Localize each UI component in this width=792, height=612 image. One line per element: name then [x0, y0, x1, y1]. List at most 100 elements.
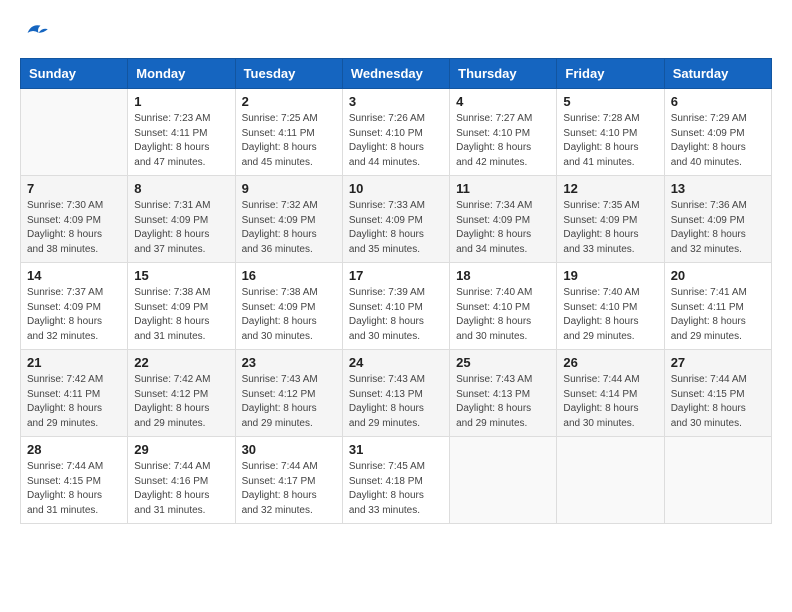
day-info: Sunrise: 7:44 AM Sunset: 4:15 PM Dayligh… [27, 460, 121, 518]
day-number: 5 [563, 94, 657, 109]
calendar-cell: 5 Sunrise: 7:28 AM Sunset: 4:10 PM Daylig… [557, 89, 664, 176]
calendar-cell: 29 Sunrise: 7:44 AM Sunset: 4:16 PM Dayli… [128, 437, 235, 524]
calendar-cell [21, 89, 128, 176]
calendar-cell: 6 Sunrise: 7:29 AM Sunset: 4:09 PM Daylig… [664, 89, 771, 176]
day-number: 16 [242, 268, 336, 283]
calendar-cell: 3 Sunrise: 7:26 AM Sunset: 4:10 PM Daylig… [342, 89, 449, 176]
calendar-header-tuesday: Tuesday [235, 59, 342, 89]
day-number: 23 [242, 355, 336, 370]
calendar-header-friday: Friday [557, 59, 664, 89]
day-number: 9 [242, 181, 336, 196]
day-number: 2 [242, 94, 336, 109]
day-info: Sunrise: 7:32 AM Sunset: 4:09 PM Dayligh… [242, 199, 336, 257]
day-number: 24 [349, 355, 443, 370]
day-info: Sunrise: 7:28 AM Sunset: 4:10 PM Dayligh… [563, 112, 657, 170]
calendar-cell: 20Sunrise: 7:41 AM Sunset: 4:11 PM Dayli… [664, 263, 771, 350]
day-info: Sunrise: 7:43 AM Sunset: 4:13 PM Dayligh… [456, 373, 550, 431]
day-number: 12 [563, 181, 657, 196]
day-number: 18 [456, 268, 550, 283]
calendar-cell [450, 437, 557, 524]
calendar-cell: 24 Sunrise: 7:43 AM Sunset: 4:13 PM Dayli… [342, 350, 449, 437]
calendar-cell: 4Sunrise: 7:27 AM Sunset: 4:10 PM Daylig… [450, 89, 557, 176]
day-number: 21 [27, 355, 121, 370]
day-info: Sunrise: 7:43 AM Sunset: 4:12 PM Dayligh… [242, 373, 336, 431]
day-number: 7 [27, 181, 121, 196]
day-number: 26 [563, 355, 657, 370]
calendar-cell: 12Sunrise: 7:35 AM Sunset: 4:09 PM Dayli… [557, 176, 664, 263]
day-number: 30 [242, 442, 336, 457]
calendar-cell: 2 Sunrise: 7:25 AM Sunset: 4:11 PM Daylig… [235, 89, 342, 176]
logo [20, 20, 52, 42]
day-info: Sunrise: 7:40 AM Sunset: 4:10 PM Dayligh… [456, 286, 550, 344]
calendar-week-row: 28 Sunrise: 7:44 AM Sunset: 4:15 PM Dayli… [21, 437, 772, 524]
calendar-cell: 31 Sunrise: 7:45 AM Sunset: 4:18 PM Dayli… [342, 437, 449, 524]
day-number: 19 [563, 268, 657, 283]
day-info: Sunrise: 7:44 AM Sunset: 4:14 PM Dayligh… [563, 373, 657, 431]
day-number: 14 [27, 268, 121, 283]
day-number: 28 [27, 442, 121, 457]
calendar-cell: 21 Sunrise: 7:42 AM Sunset: 4:11 PM Dayli… [21, 350, 128, 437]
day-info: Sunrise: 7:42 AM Sunset: 4:12 PM Dayligh… [134, 373, 228, 431]
calendar-cell [664, 437, 771, 524]
day-info: Sunrise: 7:38 AM Sunset: 4:09 PM Dayligh… [242, 286, 336, 344]
day-info: Sunrise: 7:43 AM Sunset: 4:13 PM Dayligh… [349, 373, 443, 431]
day-number: 8 [134, 181, 228, 196]
day-info: Sunrise: 7:40 AM Sunset: 4:10 PM Dayligh… [563, 286, 657, 344]
day-number: 1 [134, 94, 228, 109]
calendar-cell: 19 Sunrise: 7:40 AM Sunset: 4:10 PM Dayli… [557, 263, 664, 350]
calendar-header-row: SundayMondayTuesdayWednesdayThursdayFrid… [21, 59, 772, 89]
day-number: 17 [349, 268, 443, 283]
day-number: 4 [456, 94, 550, 109]
day-info: Sunrise: 7:29 AM Sunset: 4:09 PM Dayligh… [671, 112, 765, 170]
calendar-cell: 27 Sunrise: 7:44 AM Sunset: 4:15 PM Dayli… [664, 350, 771, 437]
day-info: Sunrise: 7:41 AM Sunset: 4:11 PM Dayligh… [671, 286, 765, 344]
calendar-week-row: 7 Sunrise: 7:30 AM Sunset: 4:09 PM Daylig… [21, 176, 772, 263]
day-info: Sunrise: 7:33 AM Sunset: 4:09 PM Dayligh… [349, 199, 443, 257]
day-info: Sunrise: 7:44 AM Sunset: 4:16 PM Dayligh… [134, 460, 228, 518]
day-info: Sunrise: 7:42 AM Sunset: 4:11 PM Dayligh… [27, 373, 121, 431]
calendar-cell: 23 Sunrise: 7:43 AM Sunset: 4:12 PM Dayli… [235, 350, 342, 437]
calendar-cell [557, 437, 664, 524]
calendar-cell: 8 Sunrise: 7:31 AM Sunset: 4:09 PM Daylig… [128, 176, 235, 263]
calendar-cell: 25 Sunrise: 7:43 AM Sunset: 4:13 PM Dayli… [450, 350, 557, 437]
day-info: Sunrise: 7:30 AM Sunset: 4:09 PM Dayligh… [27, 199, 121, 257]
calendar-cell: 9 Sunrise: 7:32 AM Sunset: 4:09 PM Daylig… [235, 176, 342, 263]
day-info: Sunrise: 7:23 AM Sunset: 4:11 PM Dayligh… [134, 112, 228, 170]
calendar-cell: 22 Sunrise: 7:42 AM Sunset: 4:12 PM Dayli… [128, 350, 235, 437]
calendar-header-wednesday: Wednesday [342, 59, 449, 89]
calendar-cell: 15 Sunrise: 7:38 AM Sunset: 4:09 PM Dayli… [128, 263, 235, 350]
calendar-cell: 17 Sunrise: 7:39 AM Sunset: 4:10 PM Dayli… [342, 263, 449, 350]
day-number: 11 [456, 181, 550, 196]
calendar-cell: 11Sunrise: 7:34 AM Sunset: 4:09 PM Dayli… [450, 176, 557, 263]
day-number: 10 [349, 181, 443, 196]
day-number: 6 [671, 94, 765, 109]
day-info: Sunrise: 7:26 AM Sunset: 4:10 PM Dayligh… [349, 112, 443, 170]
calendar-cell: 10 Sunrise: 7:33 AM Sunset: 4:09 PM Dayli… [342, 176, 449, 263]
calendar-cell: 26 Sunrise: 7:44 AM Sunset: 4:14 PM Dayli… [557, 350, 664, 437]
day-number: 15 [134, 268, 228, 283]
day-info: Sunrise: 7:45 AM Sunset: 4:18 PM Dayligh… [349, 460, 443, 518]
calendar-cell: 18 Sunrise: 7:40 AM Sunset: 4:10 PM Dayli… [450, 263, 557, 350]
calendar-header-sunday: Sunday [21, 59, 128, 89]
calendar-header-saturday: Saturday [664, 59, 771, 89]
day-info: Sunrise: 7:25 AM Sunset: 4:11 PM Dayligh… [242, 112, 336, 170]
calendar-cell: 30Sunrise: 7:44 AM Sunset: 4:17 PM Dayli… [235, 437, 342, 524]
day-number: 31 [349, 442, 443, 457]
day-number: 27 [671, 355, 765, 370]
calendar-week-row: 14 Sunrise: 7:37 AM Sunset: 4:09 PM Dayli… [21, 263, 772, 350]
calendar-cell: 13Sunrise: 7:36 AM Sunset: 4:09 PM Dayli… [664, 176, 771, 263]
calendar-cell: 7 Sunrise: 7:30 AM Sunset: 4:09 PM Daylig… [21, 176, 128, 263]
calendar-week-row: 1 Sunrise: 7:23 AM Sunset: 4:11 PM Daylig… [21, 89, 772, 176]
day-number: 3 [349, 94, 443, 109]
day-info: Sunrise: 7:38 AM Sunset: 4:09 PM Dayligh… [134, 286, 228, 344]
day-number: 22 [134, 355, 228, 370]
day-info: Sunrise: 7:37 AM Sunset: 4:09 PM Dayligh… [27, 286, 121, 344]
day-info: Sunrise: 7:39 AM Sunset: 4:10 PM Dayligh… [349, 286, 443, 344]
calendar-cell: 28 Sunrise: 7:44 AM Sunset: 4:15 PM Dayli… [21, 437, 128, 524]
calendar-cell: 14 Sunrise: 7:37 AM Sunset: 4:09 PM Dayli… [21, 263, 128, 350]
day-info: Sunrise: 7:31 AM Sunset: 4:09 PM Dayligh… [134, 199, 228, 257]
calendar-cell: 1 Sunrise: 7:23 AM Sunset: 4:11 PM Daylig… [128, 89, 235, 176]
day-info: Sunrise: 7:44 AM Sunset: 4:15 PM Dayligh… [671, 373, 765, 431]
day-number: 25 [456, 355, 550, 370]
day-number: 29 [134, 442, 228, 457]
